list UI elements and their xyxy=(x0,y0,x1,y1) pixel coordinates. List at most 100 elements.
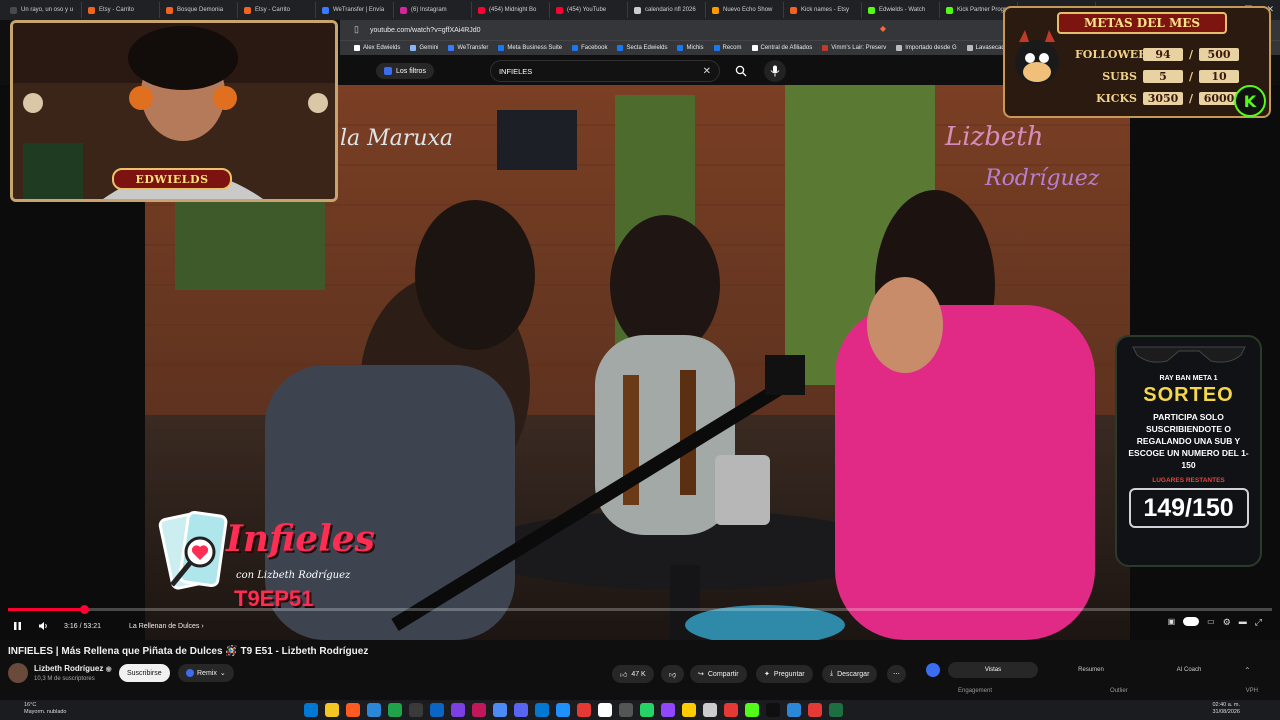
taskbar-app-icon[interactable] xyxy=(661,703,675,717)
svg-text:K: K xyxy=(1244,92,1257,111)
channel-name[interactable]: Lizbeth Rodríguez ◉ xyxy=(34,664,112,673)
taskbar-app-icon[interactable] xyxy=(409,703,423,717)
bookmark-label: Facebook xyxy=(581,45,608,51)
browser-tab[interactable]: (454) YouTube xyxy=(550,2,628,18)
search-input[interactable]: INFIELES ✕ xyxy=(489,60,720,82)
bookmark-item[interactable]: Vimm's Lair: Preserv xyxy=(822,45,886,51)
remix-button[interactable]: Remix ⌄ xyxy=(178,664,234,682)
bookmark-item[interactable]: Meta Business Suite xyxy=(498,45,562,51)
goal-target: 10 xyxy=(1199,70,1240,83)
browser-tab[interactable]: Un rayo, un oso y u xyxy=(4,2,82,18)
taskbar-app-icon[interactable] xyxy=(325,703,339,717)
bookmark-item[interactable]: Secta Edwields xyxy=(617,45,667,51)
show-logo: Infieles con Lizbeth Rodríguez T9EP51 xyxy=(158,510,378,620)
taskbar-app-icon[interactable] xyxy=(556,703,570,717)
taskbar-app-icon[interactable] xyxy=(682,703,696,717)
taskbar-app-icon[interactable] xyxy=(388,703,402,717)
video-title: INFIELES | Más Rellena que Piñata de Dul… xyxy=(8,646,369,657)
taskbar-app-icon[interactable] xyxy=(472,703,486,717)
bookmark-item[interactable]: Recom xyxy=(713,45,742,51)
browser-tab[interactable]: calendario nfl 2026 xyxy=(628,2,706,18)
bookmark-item[interactable]: Facebook xyxy=(572,45,607,51)
bookmark-item[interactable]: WeTransfer xyxy=(448,45,488,51)
subtitles-icon[interactable]: ▭ xyxy=(1207,617,1215,628)
browser-tab[interactable]: Etsy - Carrito xyxy=(238,2,316,18)
more-actions-button[interactable]: ⋯ xyxy=(887,665,906,683)
volume-button[interactable] xyxy=(34,617,52,635)
goal-separator: / xyxy=(1189,48,1194,61)
theater-mode-icon[interactable]: ▬ xyxy=(1239,617,1247,628)
bookmark-item[interactable]: Central de Afiliados xyxy=(751,45,812,51)
bookmark-item[interactable]: Alex Edwields xyxy=(354,45,400,51)
channel-name-text: Lizbeth Rodríguez xyxy=(34,664,104,673)
taskbar-app-icon[interactable] xyxy=(787,703,801,717)
weather-widget[interactable]: 16°C Mayorm. nublado xyxy=(24,702,67,716)
tab-ai-coach[interactable]: AI Coach xyxy=(1144,662,1234,678)
taskbar-app-icon[interactable] xyxy=(703,703,717,717)
browser-tab[interactable]: Nuevo Echo Show xyxy=(706,2,784,18)
download-button[interactable]: ⤓ Descargar xyxy=(822,665,878,683)
bookmark-item[interactable]: Gemini xyxy=(410,45,438,51)
windows-taskbar: 16°C Mayorm. nublado 02:40 a. m. 31/08/2… xyxy=(0,700,1280,720)
system-clock[interactable]: 02:40 a. m. 31/08/2026 xyxy=(1212,702,1240,716)
taskbar-app-icon[interactable] xyxy=(745,703,759,717)
taskbar-app-icon[interactable] xyxy=(619,703,633,717)
seek-bar[interactable] xyxy=(8,605,1272,614)
autoplay-toggle[interactable] xyxy=(1183,617,1200,626)
taskbar-app-icon[interactable] xyxy=(346,703,360,717)
taskbar-app-icon[interactable] xyxy=(367,703,381,717)
browser-tab[interactable]: Etsy - Carrito xyxy=(82,2,160,18)
search-button[interactable] xyxy=(730,60,752,82)
chevron-up-icon[interactable]: ⌃ xyxy=(1244,666,1251,675)
taskbar-app-icon[interactable] xyxy=(598,703,612,717)
voice-search-button[interactable] xyxy=(763,60,786,82)
channel-avatar[interactable] xyxy=(8,663,28,683)
browser-tab[interactable]: WeTransfer | Envía xyxy=(316,2,394,18)
taskbar-app-icon[interactable] xyxy=(451,703,465,717)
video-info: INFIELES | Más Rellena que Piñata de Dul… xyxy=(0,640,1280,700)
taskbar-app-icon[interactable] xyxy=(430,703,444,717)
tab-resumen[interactable]: Resumen xyxy=(1046,662,1136,678)
url-field[interactable]: youtube.com/watch?v=gffXAi4RJd0 xyxy=(370,27,481,34)
subscribe-button[interactable]: Suscribirse xyxy=(119,664,170,682)
like-button[interactable]: 👍︎ 47 K xyxy=(612,665,654,683)
clear-search-icon[interactable]: ✕ xyxy=(703,66,711,77)
browser-tab[interactable]: (454) Midnight Bo xyxy=(472,2,550,18)
taskbar-app-icon[interactable] xyxy=(304,703,318,717)
browser-tab[interactable]: (6) Instagram xyxy=(394,2,472,18)
ask-button[interactable]: ✦ Preguntar xyxy=(756,665,813,683)
goal-label: SUBS xyxy=(1102,70,1137,83)
bookmark-item[interactable]: Lavasecad xyxy=(966,45,1005,51)
bookmark-star-icon[interactable]: ▯ xyxy=(354,24,359,35)
dislike-button[interactable]: 👎︎ xyxy=(661,665,685,683)
taskbar-app-icon[interactable] xyxy=(724,703,738,717)
bookmark-item[interactable]: Michis xyxy=(677,45,704,51)
browser-tab[interactable]: Kick names - Etsy xyxy=(784,2,862,18)
fullscreen-icon[interactable]: ⤢ xyxy=(1255,617,1262,628)
download-icon: ⤓ xyxy=(830,670,834,677)
filters-pill[interactable]: Los filtros xyxy=(376,63,434,79)
taskbar-app-icon[interactable] xyxy=(829,703,843,717)
bookmark-favicon-icon xyxy=(617,45,624,51)
taskbar-app-icon[interactable] xyxy=(577,703,591,717)
tab-favicon-icon xyxy=(478,6,485,14)
taskbar-app-icon[interactable] xyxy=(766,703,780,717)
share-button[interactable]: ↪ Compartir xyxy=(690,665,747,683)
taskbar-app-icon[interactable] xyxy=(535,703,549,717)
tab-vistas[interactable]: Vistas xyxy=(948,662,1038,678)
browser-tab[interactable]: Bosque Demonia xyxy=(160,2,238,18)
seek-bar-played xyxy=(8,608,84,611)
taskbar-app-icon[interactable] xyxy=(640,703,654,717)
tab-favicon-icon xyxy=(244,6,251,14)
chapter-title[interactable]: La Rellenan de Dulces › xyxy=(129,623,204,630)
pause-button[interactable] xyxy=(8,617,26,635)
taskbar-app-icon[interactable] xyxy=(808,703,822,717)
extension-icon[interactable]: ◆ xyxy=(880,24,886,33)
miniplayer-icon[interactable]: ▣ xyxy=(1168,617,1176,628)
settings-gear-icon[interactable]: ⚙ xyxy=(1223,617,1231,628)
taskbar-app-icon[interactable] xyxy=(514,703,528,717)
bookmark-item[interactable]: Importado desde G xyxy=(896,45,957,51)
seek-handle[interactable] xyxy=(79,605,89,614)
browser-tab[interactable]: Edwields - Watch xyxy=(862,2,940,18)
taskbar-app-icon[interactable] xyxy=(493,703,507,717)
